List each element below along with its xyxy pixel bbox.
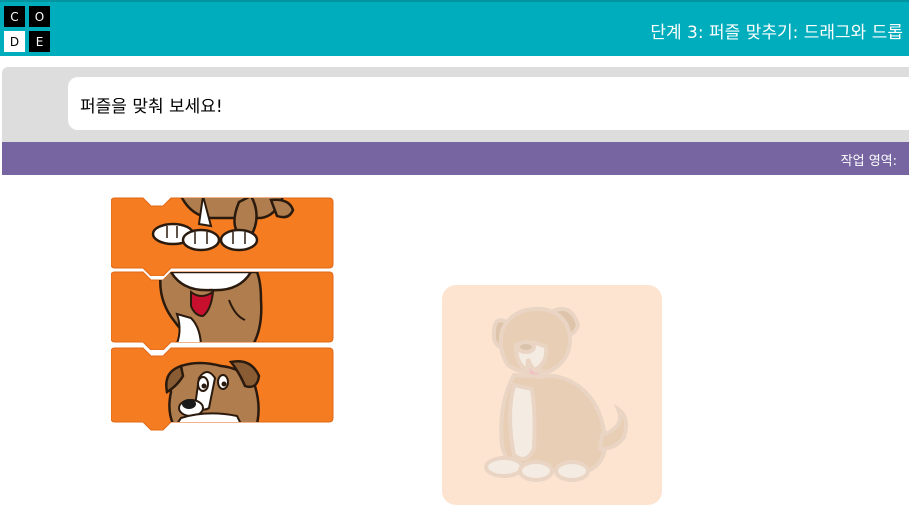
- logo-letter-e: E: [29, 31, 50, 52]
- logo-letter-o: O: [29, 6, 50, 27]
- target-dog-image: [442, 285, 662, 505]
- dog-ghost-icon: [484, 306, 628, 482]
- instructions-text: 퍼즐을 맞춰 보세요!: [80, 97, 223, 117]
- instructions-panel: 퍼즐을 맞춰 보세요!: [2, 67, 909, 143]
- instructions-bubble: 퍼즐을 맞춰 보세요!: [68, 77, 909, 130]
- logo-letter-c: C: [4, 6, 25, 27]
- top-header: C O D E 단계 3: 퍼즐 맞추기: 드래그와 드롭: [0, 0, 909, 56]
- logo-letter-d: D: [4, 31, 25, 52]
- puzzle-block-paws[interactable]: [111, 196, 334, 276]
- puzzle-app: C O D E 단계 3: 퍼즐 맞추기: 드래그와 드롭 퍼즐을 맞춰 보세요…: [0, 0, 909, 519]
- puzzle-block-head[interactable]: [111, 346, 334, 431]
- workspace-label: 작업 영역:: [840, 154, 897, 169]
- level-title: 단계 3: 퍼즐 맞추기: 드래그와 드롭: [650, 23, 903, 43]
- puzzle-block-mouth[interactable]: [111, 270, 334, 350]
- code-logo[interactable]: C O D E: [4, 6, 50, 52]
- workspace-header: 작업 영역:: [2, 142, 909, 175]
